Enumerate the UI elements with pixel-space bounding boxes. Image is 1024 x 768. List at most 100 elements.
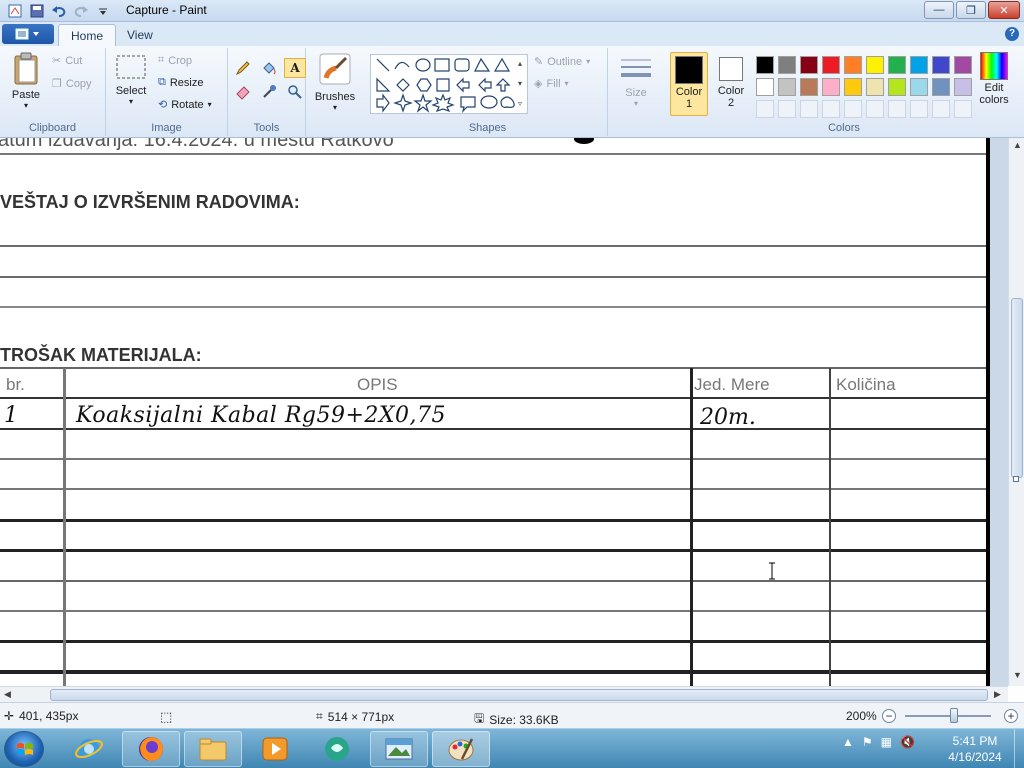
save-icon[interactable] <box>28 2 46 19</box>
palette-empty-swatch[interactable] <box>800 100 818 118</box>
paint-app-icon[interactable] <box>6 2 24 19</box>
eraser-icon[interactable] <box>232 82 254 102</box>
rotate-label: Rotate <box>171 98 204 111</box>
crop-button[interactable]: ⌗ Crop <box>158 54 192 67</box>
brushes-button[interactable]: Brushes ▾ <box>312 52 358 112</box>
horizontal-scroll-thumb[interactable] <box>50 689 988 701</box>
text-cursor-icon <box>768 562 776 580</box>
restore-button[interactable]: ❐ <box>956 1 986 19</box>
minimize-button[interactable]: — <box>924 1 954 19</box>
palette-empty-swatch[interactable] <box>844 100 862 118</box>
text-tool-icon[interactable]: A <box>284 58 306 78</box>
paste-button[interactable]: Paste ▾ <box>6 52 46 110</box>
photo-viewer-taskbar[interactable] <box>370 731 428 767</box>
tab-home[interactable]: Home <box>58 24 117 46</box>
palette-swatch[interactable] <box>778 78 796 96</box>
palette-swatch[interactable] <box>954 78 972 96</box>
size-button[interactable]: Size ▾ <box>616 54 656 108</box>
palette-swatch[interactable] <box>778 56 796 74</box>
resize-button[interactable]: ⧉ Resize <box>158 76 203 89</box>
edit-colors-button[interactable]: Edit colors <box>974 52 1014 106</box>
palette-swatch[interactable] <box>932 78 950 96</box>
palette-swatch[interactable] <box>888 78 906 96</box>
shapes-gallery[interactable] <box>370 54 528 114</box>
palette-swatch[interactable] <box>844 78 862 96</box>
volume-muted-icon[interactable]: 🔇 <box>900 735 915 749</box>
pencil-icon[interactable] <box>232 58 254 78</box>
palette-empty-swatch[interactable] <box>932 100 950 118</box>
zoom-out-button[interactable]: − <box>882 709 896 723</box>
palette-empty-swatch[interactable] <box>866 100 884 118</box>
scroll-up-icon[interactable]: ▲ <box>1013 140 1022 150</box>
internet-explorer-taskbar[interactable] <box>60 731 118 767</box>
copy-button[interactable]: ❐ Copy <box>52 77 92 91</box>
zoom-in-button[interactable]: + <box>1004 709 1018 723</box>
close-button[interactable]: ✕ <box>988 1 1020 19</box>
chat-bubble-icon <box>325 737 349 761</box>
tab-view[interactable]: View <box>115 24 165 46</box>
palette-swatch[interactable] <box>822 56 840 74</box>
media-player-taskbar[interactable] <box>246 731 304 767</box>
color-picker-icon[interactable] <box>258 82 280 102</box>
paste-dropdown-icon[interactable]: ▾ <box>6 101 46 110</box>
cut-button[interactable]: ✂ Cut <box>52 54 82 68</box>
magnifier-icon[interactable] <box>284 82 306 102</box>
select-dropdown-icon[interactable]: ▾ <box>112 97 150 106</box>
network-icon[interactable]: ▦ <box>881 735 892 749</box>
show-desktop-button[interactable] <box>1014 729 1024 768</box>
canvas-area[interactable]: atum izdavanja: 16.4.2024. u mestu Ratko… <box>0 138 1008 686</box>
palette-swatch[interactable] <box>954 56 972 74</box>
color1-button[interactable]: Color 1 <box>670 52 708 116</box>
palette-swatch[interactable] <box>888 56 906 74</box>
palette-swatch[interactable] <box>800 56 818 74</box>
vertical-scrollbar[interactable]: ▲ ▼ <box>1008 138 1024 686</box>
fill-bucket-icon[interactable] <box>258 58 280 78</box>
rotate-button[interactable]: ⟲ Rotate ▾ <box>158 98 212 112</box>
customize-qat-icon[interactable] <box>94 2 112 19</box>
horizontal-scrollbar[interactable]: ◀ ▶ <box>0 686 1008 702</box>
resize-handle[interactable] <box>1013 476 1019 482</box>
palette-empty-swatch[interactable] <box>822 100 840 118</box>
palette-swatch[interactable] <box>866 78 884 96</box>
palette-empty-swatch[interactable] <box>954 100 972 118</box>
action-center-flag-icon[interactable]: ⚑ <box>862 735 873 749</box>
scroll-left-icon[interactable]: ◀ <box>4 689 11 700</box>
start-button[interactable] <box>4 731 44 767</box>
palette-swatch[interactable] <box>932 56 950 74</box>
undo-icon[interactable] <box>50 2 68 19</box>
palette-swatch[interactable] <box>822 78 840 96</box>
scroll-right-icon[interactable]: ▶ <box>994 689 1001 700</box>
help-icon[interactable]: ? <box>1005 27 1019 41</box>
blank-line <box>0 306 986 308</box>
image-canvas[interactable]: atum izdavanja: 16.4.2024. u mestu Ratko… <box>0 138 986 686</box>
fill-button[interactable]: ◈ Fill ▾ <box>534 77 569 91</box>
palette-swatch[interactable] <box>844 56 862 74</box>
rotate-dropdown-icon: ▾ <box>207 100 212 109</box>
palette-swatch[interactable] <box>756 56 774 74</box>
palette-swatch[interactable] <box>910 56 928 74</box>
file-menu-button[interactable] <box>2 24 54 44</box>
firefox-taskbar[interactable] <box>122 731 180 767</box>
color2-button[interactable]: Color 2 <box>712 52 750 116</box>
zoom-slider-knob[interactable] <box>950 708 958 723</box>
scroll-down-icon[interactable]: ▼ <box>1013 670 1022 680</box>
outline-button[interactable]: ✎ Outline ▾ <box>534 55 590 69</box>
palette-empty-swatch[interactable] <box>778 100 796 118</box>
show-hidden-icons[interactable]: ▲ <box>842 735 854 749</box>
vertical-scroll-thumb[interactable] <box>1011 298 1023 478</box>
palette-swatch[interactable] <box>800 78 818 96</box>
palette-swatch[interactable] <box>756 78 774 96</box>
shapes-scroll[interactable]: ▴ ▾ ▿ <box>514 54 526 114</box>
palette-empty-swatch[interactable] <box>888 100 906 118</box>
clock[interactable]: 5:41 PM 4/16/2024 <box>940 733 1010 765</box>
palette-swatch[interactable] <box>866 56 884 74</box>
zoom-slider-track[interactable] <box>905 715 991 717</box>
palette-empty-swatch[interactable] <box>756 100 774 118</box>
palette-swatch[interactable] <box>910 78 928 96</box>
messenger-taskbar[interactable] <box>308 731 366 767</box>
select-button[interactable]: Select ▾ <box>112 54 150 106</box>
redo-icon[interactable] <box>72 2 90 19</box>
palette-empty-swatch[interactable] <box>910 100 928 118</box>
file-explorer-taskbar[interactable] <box>184 731 242 767</box>
paint-taskbar[interactable] <box>432 731 490 767</box>
